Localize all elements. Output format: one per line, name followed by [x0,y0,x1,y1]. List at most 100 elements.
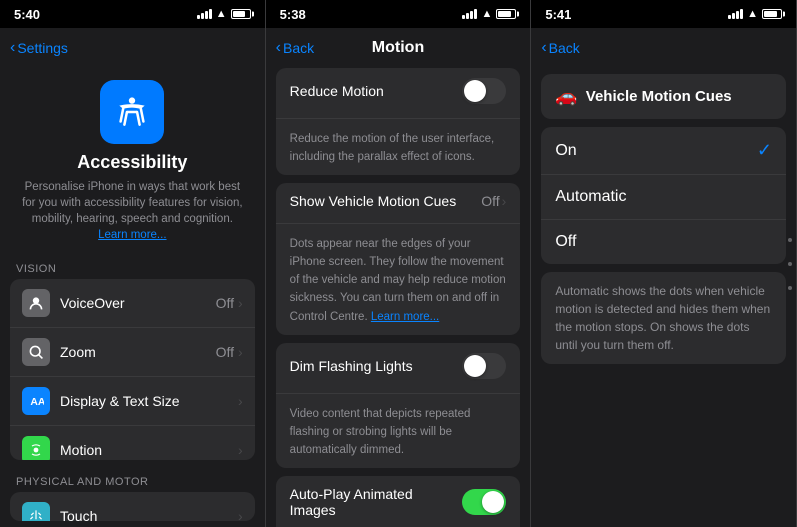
voiceover-value: Off [216,295,234,311]
back-button-2[interactable]: ‹ Back [276,39,314,57]
vehicle-motion-chevron: › [502,193,507,209]
status-bar-1: 5:40 ▲ [0,0,265,28]
option-automatic-label: Automatic [555,188,626,206]
autoplay-group: Auto-Play Animated Images Auto-Play Vide… [276,476,521,527]
vehicle-motion-off-badge: Off › [481,193,506,209]
status-time-3: 5:41 [545,7,571,22]
autoplay-images-row: Auto-Play Animated Images [276,476,521,527]
list-item-display[interactable]: AA Display & Text Size › [10,377,255,426]
vehicle-motion-value: Off [481,193,499,209]
vehicle-motion-desc-row: Dots appear near the edges of your iPhon… [276,224,521,334]
voiceover-chevron: › [238,295,243,311]
back-label-1: Settings [17,40,68,56]
scroll-dot [788,238,792,242]
status-icons-2: ▲ [462,8,516,20]
signal-icon-1 [197,9,212,19]
motion-chevron: › [238,442,243,458]
physical-section-label: PHYSICAL AND MOTOR [0,466,265,492]
vehicle-motion-row[interactable]: Show Vehicle Motion Cues Off › [276,183,521,224]
toggle-knob [482,491,504,513]
back-label-3: Back [549,40,580,56]
wifi-icon-1: ▲ [216,8,227,20]
car-icon: 🚗 [555,86,577,107]
zoom-chevron: › [238,344,243,360]
option-desc-box: Automatic shows the dots when vehicle mo… [541,272,786,364]
options-group: On ✓ Automatic Off [541,127,786,264]
reduce-motion-desc-row: Reduce the motion of the user interface,… [276,119,521,175]
nav-header-2: ‹ Back Motion [266,28,531,68]
nav-header-1: ‹ Settings [0,28,265,68]
vehicle-motion-group: Show Vehicle Motion Cues Off › Dots appe… [276,183,521,334]
panel-motion: 5:38 ▲ ‹ Back Motion Reduce Motion [266,0,532,527]
list-item-voiceover[interactable]: VoiceOver Off › [10,279,255,328]
option-off[interactable]: Off [541,220,786,264]
autoplay-images-toggle[interactable] [462,489,506,515]
dim-flashing-group: Dim Flashing Lights Video content that d… [276,343,521,468]
option-on-label: On [555,142,576,160]
dim-flashing-toggle[interactable] [462,353,506,379]
voiceover-icon [22,289,50,317]
reduce-motion-toggle[interactable] [462,78,506,104]
status-bar-3: 5:41 ▲ [531,0,796,28]
option-on-check: ✓ [757,140,772,161]
popup-header: 🚗 Vehicle Motion Cues [541,74,786,119]
touch-chevron: › [238,508,243,522]
status-time-2: 5:38 [280,7,306,22]
scroll-dot [788,286,792,290]
back-button-1[interactable]: ‹ Settings [10,39,68,57]
vision-section-label: VISION [0,253,265,279]
reduce-motion-group: Reduce Motion Reduce the motion of the u… [276,68,521,175]
dim-flashing-desc: Video content that depicts repeated flas… [290,408,471,456]
motion-label: Motion [60,442,238,458]
dim-flashing-row: Dim Flashing Lights [276,343,521,394]
back-chevron-3: ‹ [541,39,546,57]
wifi-icon-3: ▲ [747,8,758,20]
panel-accessibility: 5:40 ▲ ‹ Settings [0,0,266,527]
reduce-motion-row: Reduce Motion [276,68,521,119]
display-icon: AA [22,387,50,415]
option-on[interactable]: On ✓ [541,127,786,175]
status-icons-3: ▲ [728,8,782,20]
status-time-1: 5:40 [14,7,40,22]
accessibility-icon [113,93,151,131]
vehicle-motion-desc: Dots appear near the edges of your iPhon… [290,238,506,322]
battery-icon-1 [231,9,251,19]
battery-icon-2 [496,9,516,19]
option-automatic[interactable]: Automatic [541,175,786,220]
status-icons-1: ▲ [197,8,251,20]
option-off-label: Off [555,233,576,251]
vehicle-learn-more[interactable]: Learn more... [371,311,439,323]
status-bar-2: 5:38 ▲ [266,0,531,28]
touch-icon [22,502,50,522]
signal-icon-2 [462,9,477,19]
dim-flashing-label: Dim Flashing Lights [290,358,413,374]
touch-label: Touch [60,508,238,522]
battery-icon-3 [762,9,782,19]
toggle-knob [464,80,486,102]
motion-nav-title: Motion [372,39,424,57]
wifi-icon-2: ▲ [481,8,492,20]
scroll-dot [788,262,792,266]
scroll-dots [788,238,792,290]
list-item-touch[interactable]: Touch › [10,492,255,522]
learn-more-link[interactable]: Learn more... [98,229,166,241]
nav-header-3: ‹ Back [531,28,796,68]
list-item-zoom[interactable]: Zoom Off › [10,328,255,377]
voiceover-label: VoiceOver [60,295,216,311]
zoom-icon [22,338,50,366]
back-button-3[interactable]: ‹ Back [541,39,579,57]
app-header: Accessibility Personalise iPhone in ways… [0,68,265,253]
motion-scroll-area: Reduce Motion Reduce the motion of the u… [266,68,531,527]
back-label-2: Back [283,40,314,56]
reduce-motion-label: Reduce Motion [290,83,384,99]
zoom-label: Zoom [60,344,216,360]
toggle-knob [464,355,486,377]
autoplay-images-label: Auto-Play Animated Images [290,486,463,518]
vehicle-motion-label: Show Vehicle Motion Cues [290,193,457,209]
display-chevron: › [238,393,243,409]
popup-title: Vehicle Motion Cues [586,88,732,105]
list-item-motion[interactable]: Motion › [10,426,255,459]
dim-flashing-desc-row: Video content that depicts repeated flas… [276,394,521,468]
display-label: Display & Text Size [60,393,238,409]
svg-text:AA: AA [30,397,44,408]
